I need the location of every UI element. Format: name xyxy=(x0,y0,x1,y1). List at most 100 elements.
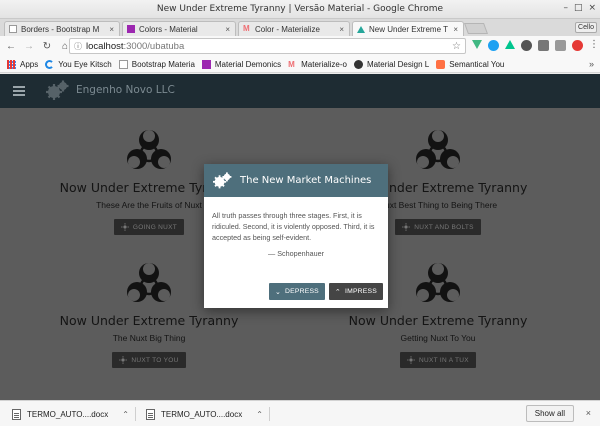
show-all-button[interactable]: Show all xyxy=(525,405,574,422)
document-icon xyxy=(146,408,155,420)
loading-icon xyxy=(45,60,55,69)
sun-icon xyxy=(407,356,416,364)
chevron-up-icon[interactable]: ⌃ xyxy=(122,410,129,419)
modal-body: All truth passes through three stages. F… xyxy=(204,197,388,259)
url-host: localhost xyxy=(86,40,124,52)
back-icon[interactable]: ← xyxy=(4,40,18,54)
window-titlebar: New Under Extreme Tyranny | Versão Mater… xyxy=(0,0,600,19)
chevron-up-icon: ⌃ xyxy=(334,288,341,296)
nuxt-in-a-tux-button[interactable]: NUXT IN A TUX xyxy=(400,352,476,368)
close-window-icon[interactable]: × xyxy=(588,3,596,13)
brand-name: Engenho Novo LLC xyxy=(76,84,175,96)
button-label: NUXT IN A TUX xyxy=(419,356,469,364)
download-item[interactable]: TERMO_AUTO....docx ⌃ xyxy=(12,405,129,423)
bookmark-you-eye-kitsch[interactable]: You Eye Kitsch xyxy=(45,60,112,69)
modal-actions: ⌄ DEPRESS ⌃ IMPRESS xyxy=(268,283,383,300)
twitter-icon[interactable] xyxy=(488,40,499,51)
button-label: IMPRESS xyxy=(345,288,377,295)
sun-icon xyxy=(119,356,128,364)
modal-title: The New Market Machines xyxy=(240,175,372,186)
tab-label: Color - Materialize xyxy=(255,24,320,34)
kebab-menu-icon[interactable]: ⋮ xyxy=(589,40,600,51)
card-subtitle: The Nuxt Big Thing xyxy=(112,333,186,343)
gears-icon xyxy=(213,171,232,188)
url-path: :3000/ubatuba xyxy=(123,40,185,52)
material-icon xyxy=(127,25,135,33)
apps-grid-icon xyxy=(7,60,16,69)
divider xyxy=(135,407,136,421)
card-title: Now Under Extreme Tyranny xyxy=(59,313,239,328)
browser-toolbar: ← → ↻ ⌂ ⓘ localhost :3000/ubatuba ☆ ⋮ xyxy=(0,36,600,57)
nuxt-and-bolts-button[interactable]: NUXT AND BOLTS xyxy=(395,219,481,235)
tab-label: New Under Extreme T xyxy=(369,25,448,34)
tab-close-icon[interactable]: × xyxy=(453,25,458,34)
button-label: GOING NUXT xyxy=(132,223,178,231)
bookmark-label: You Eye Kitsch xyxy=(58,60,112,69)
download-item[interactable]: TERMO_AUTO....docx ⌃ xyxy=(146,405,263,423)
bookmarks-bar: Apps You Eye Kitsch Bootstrap Materia Ma… xyxy=(0,57,600,73)
button-label: NUXT AND BOLTS xyxy=(414,223,474,231)
impress-button[interactable]: ⌃ IMPRESS xyxy=(328,283,383,300)
downloads-shelf: TERMO_AUTO....docx ⌃ TERMO_AUTO....docx … xyxy=(0,400,600,426)
tab-close-icon[interactable]: × xyxy=(225,25,230,34)
bookmark-label: Material Demonics xyxy=(214,60,282,69)
profile-button[interactable]: Cello xyxy=(575,22,597,33)
opera-ext-icon[interactable] xyxy=(572,40,583,51)
nuxt-to-you-button[interactable]: NUXT TO YOU xyxy=(112,352,186,368)
quote-author: — Schopenhauer xyxy=(268,249,324,258)
bookmark-star-icon[interactable]: ☆ xyxy=(452,41,461,52)
address-bar[interactable]: ⓘ localhost :3000/ubatuba ☆ xyxy=(69,38,466,54)
bookmark-semantical-you[interactable]: Semantical You xyxy=(436,60,504,69)
sun-icon xyxy=(120,223,129,231)
bookmark-material-demonics[interactable]: Material Demonics xyxy=(201,60,282,69)
bookmark-materialize-o[interactable]: M Materialize-o xyxy=(288,60,347,69)
tab-strip: Borders - Bootstrap M × Colors - Materia… xyxy=(0,19,600,37)
bookmark-material-design-l[interactable]: Material Design L xyxy=(353,60,429,69)
screenshot-ext-icon[interactable] xyxy=(555,40,566,51)
minimize-icon[interactable]: – xyxy=(563,3,568,13)
modal-header: The New Market Machines xyxy=(204,164,388,197)
going-nuxt-button[interactable]: GOING NUXT xyxy=(113,219,185,235)
tab-label: Borders - Bootstrap M xyxy=(21,24,100,34)
button-label: NUXT TO YOU xyxy=(131,356,179,364)
quote-text: All truth passes through three stages. F… xyxy=(212,211,375,242)
chrome-window: New Under Extreme Tyranny | Versão Mater… xyxy=(0,0,600,426)
tab-close-icon[interactable]: × xyxy=(339,25,344,34)
download-filename: TERMO_AUTO....docx xyxy=(161,409,243,419)
bookmarks-overflow-icon[interactable]: » xyxy=(589,59,594,69)
card-title: Now Under Extreme Tyranny xyxy=(348,313,528,328)
app-bar: Engenho Novo LLC xyxy=(0,74,600,108)
forward-icon[interactable]: → xyxy=(22,40,36,54)
chevron-down-icon: ⌄ xyxy=(274,288,282,296)
bookmark-apps[interactable]: Apps xyxy=(7,60,38,69)
window-title: New Under Extreme Tyranny | Versão Mater… xyxy=(156,4,444,14)
bookmark-label: Materialize-o xyxy=(301,60,347,69)
maximize-icon[interactable]: □ xyxy=(574,3,583,13)
tab-close-icon[interactable]: × xyxy=(109,25,114,34)
window-controls: – □ × xyxy=(563,3,596,13)
card-subtitle: Getting Nuxt To You xyxy=(400,333,476,343)
hamburger-menu-icon[interactable] xyxy=(13,86,25,96)
new-tab-button[interactable] xyxy=(463,23,489,34)
reload-icon[interactable]: ↻ xyxy=(40,40,54,54)
tab-borders[interactable]: Borders - Bootstrap M × xyxy=(4,21,120,36)
document-icon xyxy=(12,408,21,420)
bookmark-label: Apps xyxy=(20,60,39,69)
bookmark-bootstrap-materia[interactable]: Bootstrap Materia xyxy=(118,60,195,69)
settings-ext-icon[interactable] xyxy=(521,40,532,51)
biohazard-icon xyxy=(416,130,460,169)
tab-color-materialize[interactable]: M Color - Materialize × xyxy=(238,21,350,36)
close-icon[interactable]: × xyxy=(586,408,591,418)
tab-new-under-extreme[interactable]: New Under Extreme T × xyxy=(352,21,464,37)
page-icon xyxy=(9,25,17,33)
materialize-icon: M xyxy=(243,24,250,33)
chevron-up-icon[interactable]: ⌃ xyxy=(256,410,263,419)
biohazard-icon xyxy=(127,130,171,169)
depress-button[interactable]: ⌄ DEPRESS xyxy=(268,283,325,300)
page-icon xyxy=(118,60,128,69)
info-icon[interactable]: ⓘ xyxy=(74,41,82,52)
extension-vue-icon[interactable] xyxy=(472,40,482,49)
tab-colors-material[interactable]: Colors - Material × xyxy=(122,21,236,36)
dev-ext-icon[interactable] xyxy=(538,40,549,51)
nuxt-ext-icon[interactable] xyxy=(505,40,515,49)
